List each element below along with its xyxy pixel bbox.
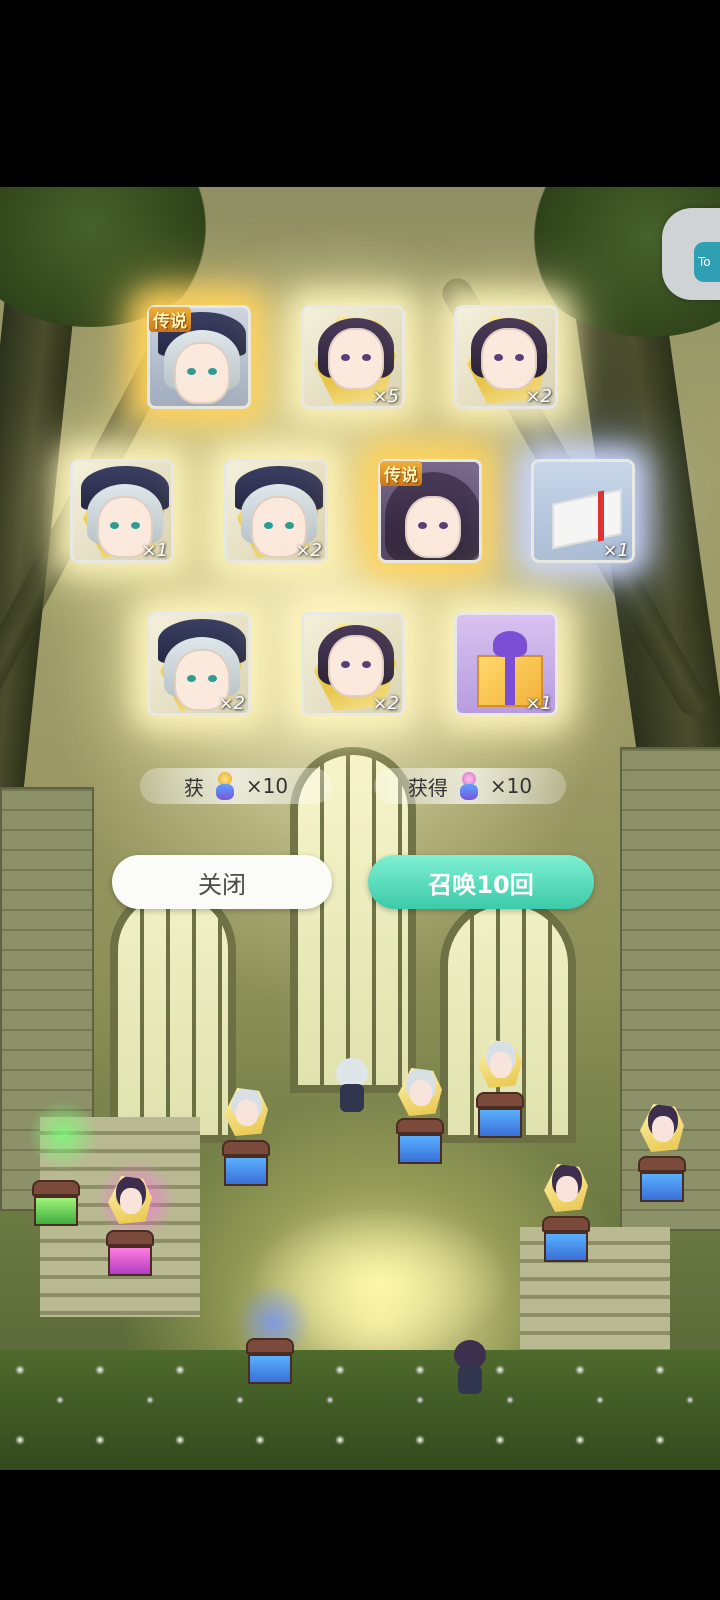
character-portrait: [481, 328, 537, 390]
reward-count: ×1: [525, 693, 552, 714]
legend-badge: 传说: [380, 461, 422, 486]
treasure-chest: [638, 1156, 686, 1202]
treasure-chest: [106, 1230, 154, 1276]
reward-count: ×2: [295, 540, 322, 561]
character-portrait: [174, 342, 230, 404]
chibi-character: [452, 1340, 488, 1396]
reward-amount: ×10: [245, 774, 289, 798]
reward-card[interactable]: ×1: [70, 459, 174, 563]
reward-count: ×5: [372, 386, 399, 407]
character-portrait: [328, 635, 384, 697]
reward-card[interactable]: 传说: [147, 305, 251, 409]
reward-card[interactable]: ×2: [301, 612, 405, 716]
reward-amount: ×10: [489, 774, 533, 798]
reward-label: 获得: [407, 775, 448, 800]
legend-badge: 传说: [149, 307, 191, 332]
green-glow: [28, 1100, 98, 1170]
treasure-chest: [542, 1216, 590, 1262]
reward-card[interactable]: ×2: [147, 612, 251, 716]
character-portrait: [328, 328, 384, 390]
reward-card[interactable]: 传说: [378, 459, 482, 563]
treasure-chest: [246, 1338, 294, 1384]
treasure-chest: [476, 1092, 524, 1138]
reward-pill-right: 获得 ×10: [374, 768, 566, 804]
reward-count: ×2: [218, 693, 245, 714]
close-button[interactable]: 关闭: [112, 855, 332, 909]
summon-doll-icon: [212, 770, 238, 802]
side-panel-tab[interactable]: To: [662, 208, 720, 300]
chibi-character: [334, 1058, 370, 1114]
reward-label: 获: [183, 775, 204, 800]
reward-count: ×2: [525, 386, 552, 407]
reward-card[interactable]: ×2: [454, 305, 558, 409]
reward-card[interactable]: ×2: [224, 459, 328, 563]
flower-ground: [0, 1350, 720, 1470]
gothic-window: [110, 887, 236, 1143]
reward-count: ×1: [602, 540, 629, 561]
character-portrait: [405, 496, 461, 558]
side-tab-label: To: [694, 242, 720, 282]
reward-card[interactable]: ×1: [454, 612, 558, 716]
pink-doll-icon: [456, 770, 482, 802]
treasure-chest: [222, 1140, 270, 1186]
treasure-chest: [396, 1118, 444, 1164]
reward-pill-left: 获 ×10: [140, 768, 332, 804]
reward-count: ×2: [372, 693, 399, 714]
summon-10-button[interactable]: 召唤10回: [368, 855, 594, 909]
treasure-chest: [32, 1180, 80, 1226]
reward-card[interactable]: ×1: [531, 459, 635, 563]
reward-count: ×1: [141, 540, 168, 561]
reward-card[interactable]: ×5: [301, 305, 405, 409]
